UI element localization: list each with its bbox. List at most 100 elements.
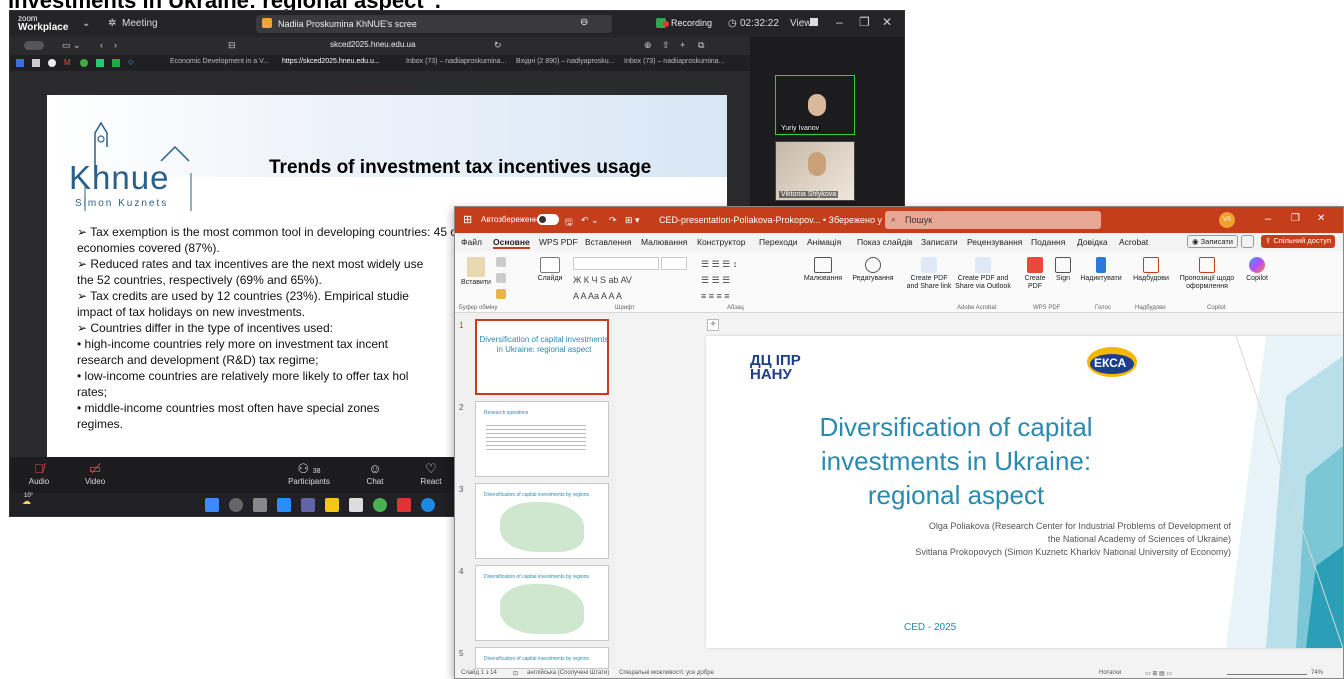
react-button[interactable]: ♡ React: [406, 461, 456, 486]
file-explorer-icon[interactable]: [325, 498, 339, 512]
task-view-icon[interactable]: [253, 498, 267, 512]
sidebar-icon[interactable]: ▭ ⌄: [62, 40, 81, 51]
addins-button[interactable]: Надбудови: [1129, 257, 1173, 283]
tab-home[interactable]: Основне: [493, 237, 530, 249]
minimize-icon[interactable]: –: [836, 15, 843, 29]
designer-button[interactable]: Пропозиції щодо оформлення: [1175, 257, 1239, 291]
designer-suggestion-icon[interactable]: ✧: [707, 319, 719, 331]
tab-insert[interactable]: Вставлення: [585, 237, 631, 247]
browser-tab[interactable]: Вхідні (2 890) – nadiyaprosku...: [516, 58, 615, 65]
browser-tab[interactable]: Inbox (73) – nadiiaproskurnina...: [624, 58, 724, 65]
slides-button[interactable]: Слайди: [533, 257, 567, 283]
notes-button[interactable]: Нотатки: [1099, 670, 1121, 676]
browser-tab[interactable]: Economic Development in a V...: [170, 58, 269, 65]
slide-title[interactable]: Diversification of capital investments i…: [706, 410, 1206, 512]
chevron-down-icon[interactable]: ⌄: [82, 18, 90, 29]
store-icon[interactable]: [349, 498, 363, 512]
participants-button[interactable]: ⚇ 38 Participants: [284, 461, 334, 486]
tab-acrobat[interactable]: Acrobat: [1119, 237, 1148, 247]
status-accessibility[interactable]: Спеціальні можливості: усе добре: [619, 670, 714, 676]
pinned-tab-icon[interactable]: [96, 59, 104, 67]
tab-file[interactable]: Файл: [461, 237, 482, 247]
tabs-overview-icon[interactable]: ⧉: [698, 40, 704, 51]
restore-icon[interactable]: ❐: [1291, 213, 1300, 224]
slide-footer[interactable]: CED - 2025: [904, 622, 956, 633]
browser-url[interactable]: skced2025.hneu.edu.ua: [330, 40, 415, 49]
tab-wps-pdf[interactable]: WPS PDF: [539, 237, 578, 247]
pinned-tab-icon[interactable]: [16, 59, 24, 67]
zoom-taskbar-icon[interactable]: [421, 498, 435, 512]
create-pdf-share-button[interactable]: Create PDF and Share link: [905, 257, 953, 291]
font-color-icons[interactable]: A A Aa A A A: [573, 291, 622, 301]
slide-thumbnail[interactable]: Diversification of capital investments b…: [475, 647, 609, 669]
share-indicator[interactable]: Nadiia Proskumina KhNUE's scree ⊖: [256, 15, 612, 33]
tab-slideshow[interactable]: Показ слайдів: [857, 237, 913, 247]
tab-design[interactable]: Конструктор: [697, 237, 745, 247]
meeting-label[interactable]: Meeting: [122, 18, 158, 29]
tab-animations[interactable]: Анімація: [807, 237, 841, 247]
copy-button[interactable]: [493, 273, 509, 285]
editing-button[interactable]: Редагування: [849, 257, 897, 283]
close-icon[interactable]: ✕: [882, 15, 892, 29]
dictate-button[interactable]: Надиктувати: [1079, 257, 1123, 283]
cut-button[interactable]: [493, 257, 509, 269]
pinned-tab-icon[interactable]: [80, 59, 88, 67]
reload-icon[interactable]: ↻: [494, 40, 502, 51]
indent-icons[interactable]: ☰ ☰ ☰: [701, 275, 730, 286]
mail-icon[interactable]: [397, 498, 411, 512]
close-icon[interactable]: ✕: [1317, 213, 1325, 224]
chrome-icon[interactable]: [373, 498, 387, 512]
search-icon[interactable]: [229, 498, 243, 512]
copilot-button[interactable]: Copilot: [1241, 257, 1273, 283]
redo-icon[interactable]: ↷: [609, 215, 617, 226]
font-size-select[interactable]: [661, 257, 687, 270]
view-buttons-icons[interactable]: ▭ ⊞ ▤ ▭: [1145, 670, 1172, 677]
ppt-search-box[interactable]: ⌕ Пошук: [885, 211, 1101, 229]
slide-thumbnail[interactable]: Diversification of capital investments b…: [475, 565, 609, 641]
slide-thumbnail[interactable]: Diversification of capital investments b…: [475, 483, 609, 559]
sign-button[interactable]: Sign: [1051, 257, 1075, 283]
new-tab-icon[interactable]: +: [680, 40, 685, 50]
teams-icon[interactable]: [301, 498, 315, 512]
minimize-icon[interactable]: –: [1265, 213, 1271, 225]
tab-help[interactable]: Довідка: [1077, 237, 1108, 247]
comments-icon[interactable]: [1241, 235, 1254, 248]
pinned-tab-icon[interactable]: [32, 59, 40, 67]
document-title[interactable]: CED-presentation-Poliakova-Prokopov... •…: [659, 215, 914, 225]
list-icons[interactable]: ☰ ☰ ☰ ↕: [701, 259, 737, 270]
audio-button[interactable]: 🎙̸ Audio: [14, 461, 64, 486]
participant-video[interactable]: Yuriy Ivanov: [775, 75, 855, 135]
chat-button[interactable]: ☺ Chat: [350, 461, 400, 486]
slide-authors[interactable]: Olga Poliakova (Research Center for Indu…: [915, 520, 1231, 559]
share-page-icon[interactable]: ⇧: [662, 40, 670, 51]
edge-icon[interactable]: [277, 498, 291, 512]
slide-thumbnail[interactable]: Diversification of capital investments i…: [475, 319, 609, 395]
browser-tab[interactable]: Inbox (73) – nadiiaproskurnina...: [406, 58, 506, 65]
wps-create-pdf-button[interactable]: Create PDF: [1021, 257, 1049, 291]
create-pdf-outlook-button[interactable]: Create PDF and Share via Outlook: [955, 257, 1011, 291]
font-style-icons[interactable]: Ж К Ч S ab AV: [573, 275, 632, 285]
main-slide-canvas[interactable]: ДЦ ІПР НАНУ ЕКСА Diversification of capi…: [706, 336, 1343, 648]
video-button[interactable]: ▭̸ Video: [70, 461, 120, 486]
paste-button[interactable]: Вставити: [461, 257, 491, 287]
pinned-tab-icon[interactable]: [112, 59, 120, 67]
autosave-toggle[interactable]: [537, 214, 559, 225]
windows-start-icon[interactable]: [205, 498, 219, 512]
back-icon[interactable]: ‹: [100, 40, 103, 50]
forward-icon[interactable]: ›: [114, 40, 117, 50]
pinned-tab-icon[interactable]: ◇: [128, 58, 133, 66]
tab-transitions[interactable]: Переходи: [759, 237, 798, 247]
tab-review[interactable]: Рецензування: [967, 237, 1022, 247]
zoom-slider[interactable]: [1227, 674, 1307, 675]
download-icon[interactable]: ⊕: [644, 40, 652, 51]
slide-thumbnail[interactable]: Research questions: [475, 401, 609, 477]
tab-draw[interactable]: Малювання: [641, 237, 687, 247]
share-button[interactable]: ⇪ Спільний доступ: [1261, 235, 1336, 248]
customize-qat-icon[interactable]: ⊞ ▾: [625, 215, 640, 226]
record-button[interactable]: ◉ Записати: [1187, 235, 1238, 248]
gmail-tab-icon[interactable]: M: [64, 58, 71, 67]
browser-tab-active[interactable]: https://skced2025.hneu.edu.u...: [282, 58, 380, 65]
view-button[interactable]: View: [790, 18, 812, 29]
zoom-level[interactable]: 74%: [1311, 670, 1323, 676]
participant-video[interactable]: Viktoriia Shlykova: [775, 141, 855, 201]
